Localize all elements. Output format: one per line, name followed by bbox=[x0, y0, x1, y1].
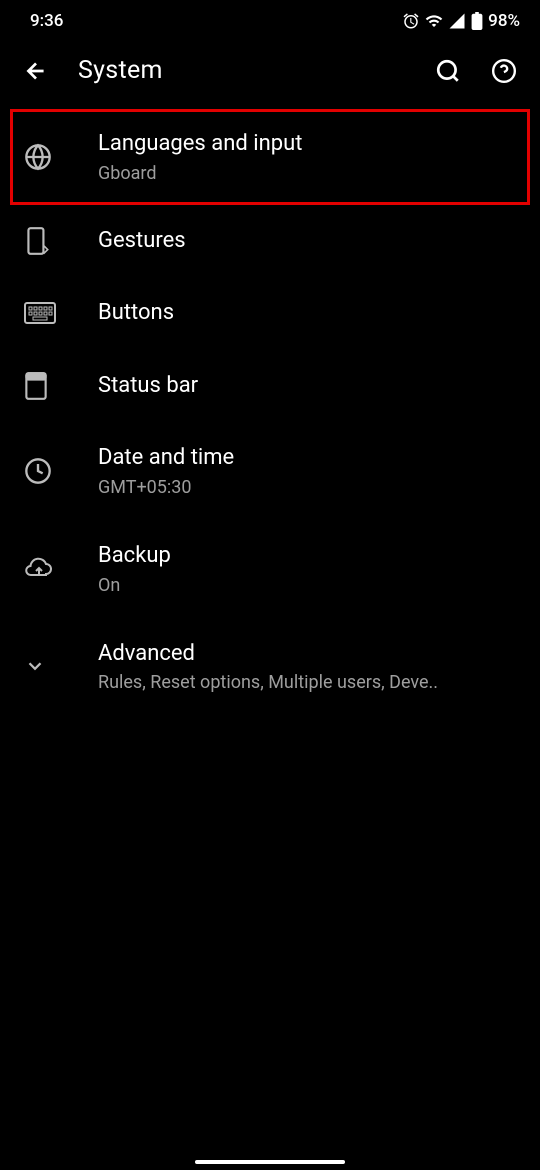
item-title: Languages and input bbox=[98, 130, 527, 159]
signal-icon bbox=[448, 12, 466, 30]
item-text: Status bar bbox=[98, 372, 540, 401]
settings-item-buttons[interactable]: Buttons bbox=[0, 277, 540, 350]
page-title: System bbox=[78, 56, 406, 85]
settings-item-advanced[interactable]: Advanced Rules, Reset options, Multiple … bbox=[0, 618, 540, 716]
alarm-icon bbox=[402, 12, 420, 30]
clock-icon bbox=[24, 457, 72, 485]
app-bar: System bbox=[0, 42, 540, 99]
item-text: Gestures bbox=[98, 227, 540, 256]
item-subtitle: Rules, Reset options, Multiple users, De… bbox=[98, 672, 508, 693]
status-icons: 98% bbox=[402, 11, 520, 31]
item-text: Backup On bbox=[98, 542, 540, 596]
search-button[interactable] bbox=[434, 57, 462, 85]
item-title: Status bar bbox=[98, 372, 540, 401]
item-title: Buttons bbox=[98, 299, 540, 328]
settings-item-status-bar[interactable]: Status bar bbox=[0, 350, 540, 423]
settings-item-backup[interactable]: Backup On bbox=[0, 520, 540, 618]
status-bar: 9:36 98% bbox=[0, 0, 540, 42]
item-text: Buttons bbox=[98, 299, 540, 328]
statusbar-icon bbox=[24, 372, 72, 400]
item-text: Languages and input Gboard bbox=[98, 130, 527, 184]
item-subtitle: Gboard bbox=[98, 163, 527, 184]
globe-icon bbox=[24, 143, 72, 171]
item-title: Advanced bbox=[98, 640, 540, 669]
chevron-down-icon bbox=[24, 652, 72, 680]
wifi-icon bbox=[425, 12, 443, 30]
battery-icon bbox=[471, 12, 483, 30]
item-subtitle: GMT+05:30 bbox=[98, 477, 540, 498]
settings-list: Languages and input Gboard Gestures bbox=[0, 99, 540, 715]
battery-text: 98% bbox=[488, 11, 520, 31]
cloud-upload-icon bbox=[24, 555, 72, 583]
status-time: 9:36 bbox=[20, 11, 63, 31]
phone-gesture-icon bbox=[24, 227, 72, 255]
item-title: Gestures bbox=[98, 227, 540, 256]
settings-item-languages-input[interactable]: Languages and input Gboard bbox=[10, 109, 530, 205]
keyboard-icon bbox=[24, 299, 72, 327]
item-subtitle: On bbox=[98, 575, 540, 596]
navigation-bar-handle[interactable] bbox=[195, 1160, 345, 1164]
item-text: Advanced Rules, Reset options, Multiple … bbox=[98, 640, 540, 694]
item-title: Backup bbox=[98, 542, 540, 571]
back-button[interactable] bbox=[22, 57, 50, 85]
item-title: Date and time bbox=[98, 444, 540, 473]
settings-item-gestures[interactable]: Gestures bbox=[0, 205, 540, 278]
item-text: Date and time GMT+05:30 bbox=[98, 444, 540, 498]
settings-item-date-time[interactable]: Date and time GMT+05:30 bbox=[0, 422, 540, 520]
help-button[interactable] bbox=[490, 57, 518, 85]
